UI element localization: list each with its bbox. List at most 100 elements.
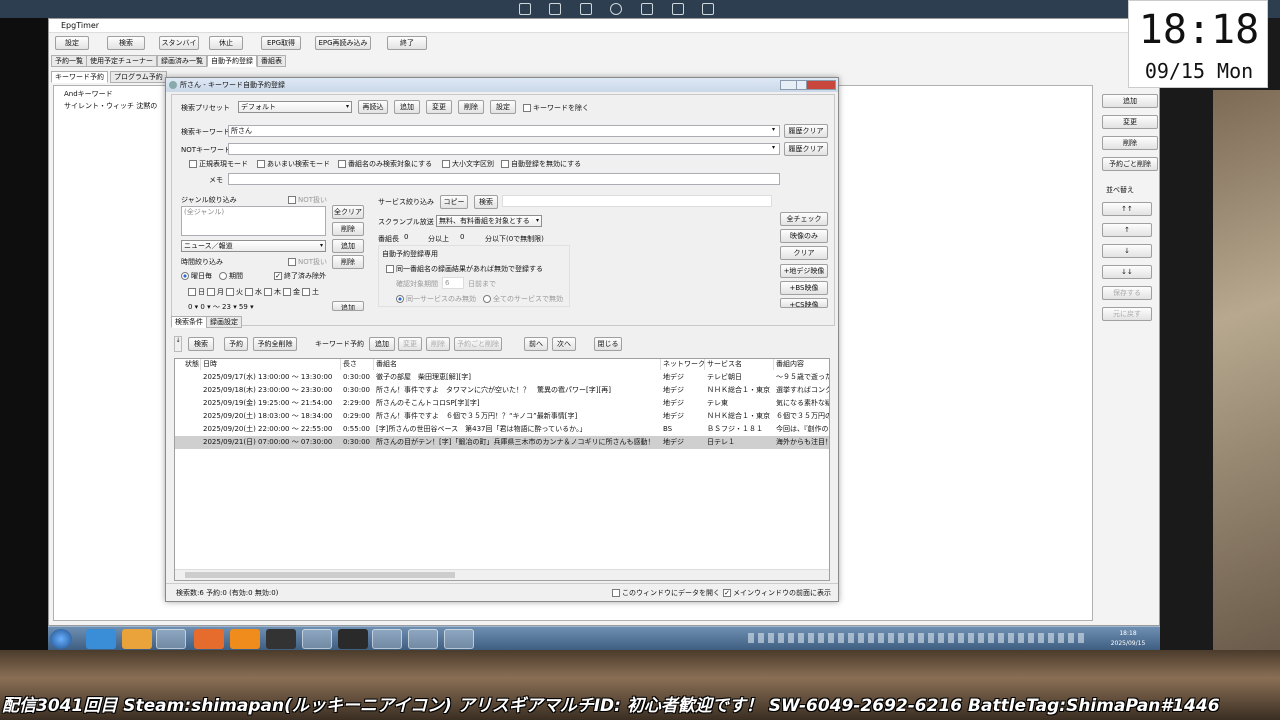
- tab-program-reserve[interactable]: プログラム予約: [110, 71, 167, 83]
- time-not-checkbox[interactable]: NOT扱い: [288, 257, 327, 267]
- restore-order-button[interactable]: 元に戻す: [1102, 307, 1152, 321]
- tab-record-settings[interactable]: 録画設定: [206, 316, 242, 328]
- tab-reserve-list[interactable]: 予約一覧: [51, 55, 87, 67]
- kw-edit-button[interactable]: 変更: [398, 337, 422, 351]
- move-top-button[interactable]: ↑↑: [1102, 202, 1152, 216]
- table-row[interactable]: 2025/09/20(土) 22:00:00 ～ 22:55:00 0:55:00…: [175, 423, 829, 436]
- delete-button[interactable]: 削除: [1102, 136, 1158, 150]
- title-only-checkbox[interactable]: 番組名のみ検索対象にする: [338, 159, 432, 169]
- tray-icons[interactable]: [748, 633, 1088, 643]
- list-item[interactable]: サイレント・ウィッチ 沈黙の: [64, 101, 157, 111]
- move-up-button[interactable]: ↑: [1102, 223, 1152, 237]
- tab-auto-reserve[interactable]: 自動予約登録: [207, 55, 257, 67]
- add-bs-button[interactable]: +BS映像: [780, 281, 828, 295]
- time-delete-button[interactable]: 削除: [332, 255, 364, 269]
- eye-icon[interactable]: [610, 3, 622, 15]
- length-min-input[interactable]: 0: [402, 232, 424, 244]
- window-app-icon[interactable]: [338, 629, 368, 649]
- genre-delete-button[interactable]: 削除: [332, 222, 364, 236]
- vlc-icon[interactable]: [230, 629, 260, 649]
- table-row[interactable]: 2025/09/18(木) 23:00:00 ～ 23:30:00 0:30:00…: [175, 384, 829, 397]
- search-button[interactable]: 検索: [107, 36, 145, 50]
- reserve-button[interactable]: 予約: [224, 337, 248, 351]
- preset-delete-button[interactable]: 削除: [458, 100, 484, 114]
- table-row[interactable]: 2025/09/20(土) 18:03:00 ～ 18:34:00 0:29:00…: [175, 410, 829, 423]
- period-radio[interactable]: 期間: [219, 271, 243, 281]
- day-sun[interactable]: 日: [188, 287, 205, 297]
- epgtimer-taskbar-icon[interactable]: [444, 629, 474, 649]
- keyword-input[interactable]: 所さん: [228, 125, 780, 137]
- time-range[interactable]: 0 ▾ 0 ▾ ～ 23 ▾ 59 ▾: [188, 302, 254, 310]
- ie-icon[interactable]: [86, 629, 116, 649]
- prev-button[interactable]: 前へ: [524, 337, 548, 351]
- preset-reload-button[interactable]: 再読込: [358, 100, 388, 114]
- clear-button[interactable]: クリア: [780, 246, 828, 260]
- add-button[interactable]: 追加: [1102, 94, 1158, 108]
- genre-not-checkbox[interactable]: NOT扱い: [288, 195, 327, 205]
- disable-auto-checkbox[interactable]: 自動登録を無効にする: [501, 159, 581, 169]
- all-service-radio[interactable]: 全てのサービスで無効: [483, 294, 563, 304]
- run-search-button[interactable]: 検索: [188, 337, 214, 351]
- fuzzy-checkbox[interactable]: あいまい検索モード: [257, 159, 330, 169]
- horizontal-scrollbar[interactable]: [175, 569, 829, 580]
- col-description[interactable]: 番組内容: [774, 359, 829, 370]
- tab-keyword-reserve[interactable]: キーワード予約: [51, 71, 108, 83]
- genre-add-button[interactable]: 追加: [332, 239, 364, 253]
- explorer-icon[interactable]: [156, 629, 186, 649]
- col-datetime[interactable]: 日時: [201, 359, 341, 370]
- collapse-icon[interactable]: ↓: [174, 336, 182, 352]
- col-status[interactable]: 状態: [183, 359, 201, 370]
- epg-reload-button[interactable]: EPG再読み込み: [315, 36, 371, 50]
- monitor-icon[interactable]: [580, 3, 592, 15]
- service-filter-input[interactable]: [502, 195, 772, 207]
- delete-all-reserve-button[interactable]: 予約全削除: [253, 337, 297, 351]
- scrollbar-thumb[interactable]: [185, 572, 455, 578]
- close-button[interactable]: 閉じる: [594, 337, 622, 351]
- case-sensitive-checkbox[interactable]: 大小文字区別: [442, 159, 494, 169]
- delete-with-reserve-button[interactable]: 予約ごと削除: [1102, 157, 1158, 171]
- copy-button[interactable]: コピー: [440, 195, 468, 209]
- same-title-checkbox[interactable]: 同一番組名の録画結果があれば無効で登録する: [386, 264, 543, 274]
- add-cs-button[interactable]: +CS映像: [780, 298, 828, 308]
- terminal-icon[interactable]: [266, 629, 296, 649]
- open-data-checkbox[interactable]: このウィンドウにデータを開く: [612, 584, 720, 603]
- chrome-icon[interactable]: [302, 629, 332, 649]
- kw-delete-button[interactable]: 削除: [426, 337, 450, 351]
- col-title[interactable]: 番組名: [374, 359, 661, 370]
- next-button[interactable]: 次へ: [552, 337, 576, 351]
- preset-add-button[interactable]: 追加: [394, 100, 420, 114]
- save-order-button[interactable]: 保存する: [1102, 286, 1152, 300]
- time-add-button[interactable]: 追加: [332, 301, 364, 311]
- tab-tuner[interactable]: 使用予定チューナー: [86, 55, 157, 67]
- check-all-button[interactable]: 全チェック: [780, 212, 828, 226]
- exclude-keyword-checkbox[interactable]: キーワードを除く: [523, 103, 589, 113]
- tab-search-conditions[interactable]: 検索条件: [171, 316, 207, 328]
- same-service-radio[interactable]: 同一サービスのみ無効: [396, 294, 476, 304]
- standby-button[interactable]: スタンバイ: [159, 36, 199, 50]
- settings-button[interactable]: 設定: [55, 36, 89, 50]
- tab-recorded[interactable]: 録画済み一覧: [157, 55, 207, 67]
- preset-edit-button[interactable]: 変更: [426, 100, 452, 114]
- firefox-icon[interactable]: [194, 629, 224, 649]
- kw-add-button[interactable]: 追加: [369, 337, 395, 351]
- epg-get-button[interactable]: EPG取得: [261, 36, 301, 50]
- confirm-input[interactable]: 6: [442, 277, 464, 289]
- day-sat[interactable]: 土: [302, 287, 319, 297]
- history-clear-button-2[interactable]: 履歴クリア: [784, 142, 828, 156]
- col-service[interactable]: サービス名: [705, 359, 774, 370]
- day-fri[interactable]: 金: [283, 287, 300, 297]
- col-network[interactable]: ネットワーク: [661, 359, 705, 370]
- service-search-button[interactable]: 検索: [474, 195, 498, 209]
- table-row[interactable]: 2025/09/21(日) 07:00:00 ～ 07:30:00 0:30:00…: [175, 436, 829, 449]
- tab-epg[interactable]: 番組表: [257, 55, 286, 67]
- app-icon-1[interactable]: [372, 629, 402, 649]
- kw-delete-with-reserve-button[interactable]: 予約ごと削除: [454, 337, 502, 351]
- not-keyword-input[interactable]: [228, 143, 780, 155]
- preset-settings-button[interactable]: 設定: [490, 100, 516, 114]
- app-icon-2[interactable]: [408, 629, 438, 649]
- settings-icon[interactable]: [702, 3, 714, 15]
- weekday-radio[interactable]: 曜日毎: [181, 271, 212, 281]
- grid-icon[interactable]: [672, 3, 684, 15]
- table-row[interactable]: 2025/09/19(金) 19:25:00 ～ 21:54:00 2:29:00…: [175, 397, 829, 410]
- copy-icon[interactable]: [549, 3, 561, 15]
